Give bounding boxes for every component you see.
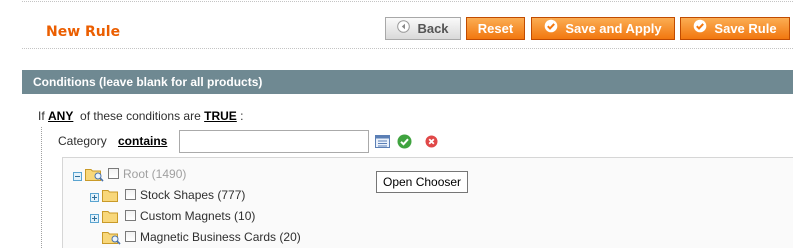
conditions-middle: of these conditions are xyxy=(80,109,201,123)
checkmark-circle-icon xyxy=(693,18,707,39)
save-and-apply-button[interactable]: Save and Apply xyxy=(531,17,675,40)
chooser-list-icon[interactable] xyxy=(375,135,390,151)
condition-operator-link[interactable]: contains xyxy=(118,134,167,148)
apply-check-icon[interactable] xyxy=(397,134,412,152)
collapse-icon[interactable] xyxy=(73,169,82,185)
expand-icon[interactable] xyxy=(90,190,99,206)
checkmark-circle-icon xyxy=(544,18,558,39)
tree-checkbox[interactable] xyxy=(125,189,136,200)
reset-button[interactable]: Reset xyxy=(466,17,525,40)
top-divider xyxy=(22,1,793,2)
folder-icon xyxy=(102,209,122,228)
save-rule-label: Save Rule xyxy=(714,21,777,36)
conditions-suffix: : xyxy=(240,109,244,123)
tree-node-label: Custom Magnets (10) xyxy=(140,209,256,223)
open-chooser-tooltip: Open Chooser xyxy=(376,171,469,193)
tree-checkbox[interactable] xyxy=(125,210,136,221)
back-arrow-icon xyxy=(397,18,411,39)
aggregator-selector[interactable]: ANY xyxy=(48,109,73,123)
save-rule-button[interactable]: Save Rule xyxy=(680,17,790,40)
tree-checkbox[interactable] xyxy=(108,168,119,179)
back-label: Back xyxy=(417,21,449,36)
value-selector[interactable]: TRUE xyxy=(204,109,237,123)
tree-node-label: Stock Shapes (777) xyxy=(140,188,246,202)
folder-icon xyxy=(102,188,122,207)
folder-search-icon xyxy=(85,167,105,186)
header-divider xyxy=(22,48,793,49)
folder-search-icon xyxy=(102,230,122,249)
tree-guide-line xyxy=(41,127,42,248)
condition-attribute-label: Category xyxy=(58,134,107,148)
back-button[interactable]: Back xyxy=(385,17,461,40)
remove-icon[interactable] xyxy=(425,135,438,151)
conditions-prefix: If xyxy=(38,109,45,123)
conditions-sentence: If ANY of these conditions are TRUE : xyxy=(38,109,243,123)
tree-node-label: Root (1490) xyxy=(123,167,187,181)
category-value-input[interactable] xyxy=(179,130,369,153)
save-and-apply-label: Save and Apply xyxy=(565,21,662,36)
tree-checkbox[interactable] xyxy=(125,231,136,242)
conditions-section-header: Conditions (leave blank for all products… xyxy=(22,70,793,94)
expand-icon[interactable] xyxy=(90,211,99,227)
page-title: New Rule xyxy=(46,24,121,40)
tree-node-label: Magnetic Business Cards (20) xyxy=(140,230,301,244)
